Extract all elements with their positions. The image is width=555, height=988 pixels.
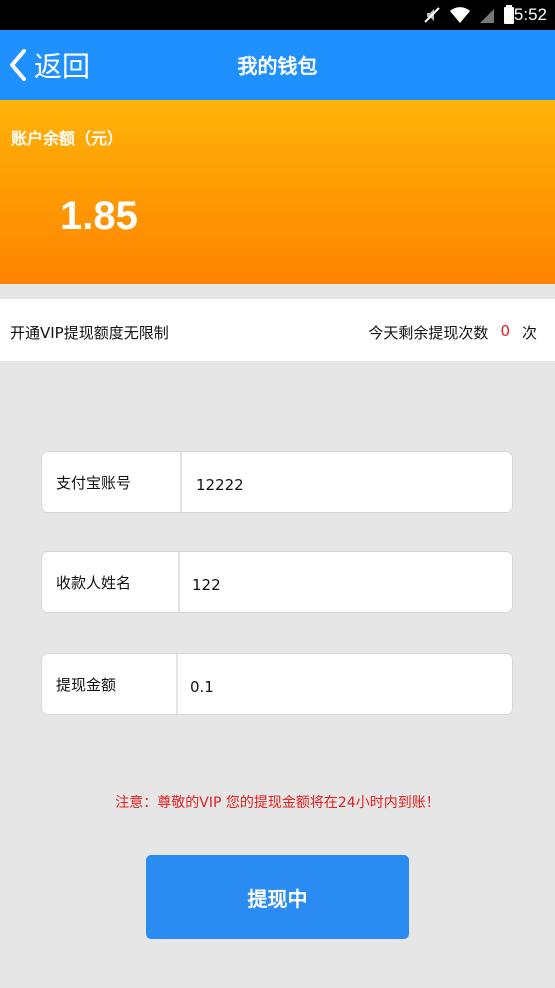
alipay-account-row: 支付宝账号 bbox=[42, 452, 512, 512]
page-title: 我的钱包 bbox=[237, 54, 318, 78]
withdraw-notice: 注意：尊敬的VIP 您的提现金额将在24小时内到账！ bbox=[115, 795, 440, 811]
status-time: 5:52 bbox=[513, 5, 547, 24]
field-divider bbox=[178, 552, 180, 612]
withdraw-button[interactable]: 提现中 bbox=[146, 855, 409, 939]
withdraw-amount-row: 提现金额 bbox=[42, 654, 512, 714]
mute-icon bbox=[424, 7, 440, 23]
field-divider bbox=[176, 654, 178, 714]
wifi-icon bbox=[450, 7, 470, 23]
vip-strip: 开通VIP提现额度无限制 今天剩余提现次数 0 次 bbox=[0, 299, 555, 361]
remaining-label: 今天剩余提现次数 bbox=[368, 324, 489, 342]
nav-bar: 返回 我的钱包 bbox=[0, 30, 555, 100]
balance-value: 1.85 bbox=[60, 194, 138, 238]
vip-note[interactable]: 开通VIP提现额度无限制 bbox=[10, 322, 169, 343]
remaining-withdrawals: 今天剩余提现次数 0 次 bbox=[368, 322, 537, 343]
balance-label: 账户余额（元） bbox=[11, 129, 124, 148]
payee-name-label: 收款人姓名 bbox=[56, 574, 132, 592]
status-bar: 5:52 bbox=[0, 0, 555, 30]
payee-name-row: 收款人姓名 bbox=[42, 552, 512, 612]
withdraw-amount-label: 提现金额 bbox=[56, 676, 117, 694]
status-icons bbox=[423, 4, 515, 26]
signal-icon bbox=[480, 9, 494, 23]
remaining-count: 0 bbox=[500, 322, 510, 340]
field-divider bbox=[180, 452, 182, 512]
remaining-unit: 次 bbox=[521, 324, 537, 342]
alipay-account-input[interactable] bbox=[196, 464, 496, 506]
withdraw-amount-input[interactable] bbox=[190, 666, 490, 708]
balance-card: 账户余额（元） 1.85 bbox=[0, 100, 555, 284]
payee-name-input[interactable] bbox=[192, 564, 492, 606]
alipay-account-label: 支付宝账号 bbox=[56, 474, 132, 492]
